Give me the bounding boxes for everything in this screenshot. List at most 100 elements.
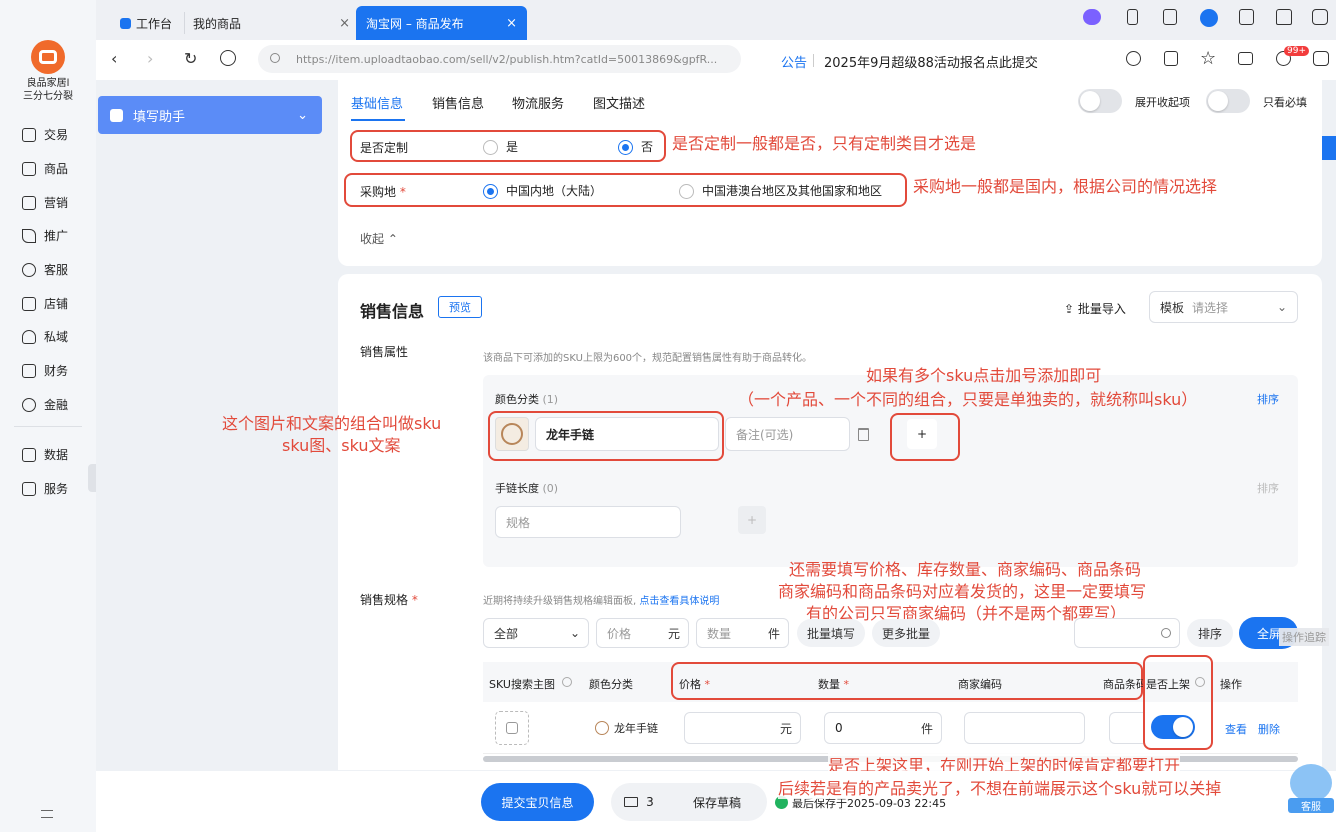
menu-icon[interactable] <box>41 810 53 818</box>
sort-link[interactable]: 排序 <box>1257 391 1279 407</box>
notice-label[interactable]: 公告 <box>781 52 807 71</box>
search-icon <box>1161 628 1171 638</box>
fullscreen-label: 全屏 <box>1257 626 1282 641</box>
add-sku-button[interactable]: + <box>907 419 937 449</box>
submit-button[interactable]: 提交宝贝信息 <box>481 783 594 821</box>
bookmark-icon[interactable] <box>1163 9 1177 25</box>
chat-icon[interactable] <box>1313 51 1329 66</box>
add-length-button[interactable]: + <box>738 506 766 534</box>
custom-yes-option[interactable]: 是 <box>483 138 518 155</box>
section-tab-basic[interactable]: 基础信息 <box>351 93 403 112</box>
trash-icon[interactable] <box>858 428 869 441</box>
nav-item-goods[interactable]: 商品 <box>22 160 68 177</box>
preview-button[interactable]: 预览 <box>438 296 482 318</box>
mobile-icon[interactable] <box>1127 9 1138 25</box>
profile-icon[interactable] <box>1200 9 1218 27</box>
service-label: 客服 <box>1288 798 1334 813</box>
view-link[interactable]: 查看 <box>1225 721 1247 737</box>
row-qty-input[interactable]: 0件 <box>824 712 942 744</box>
close-icon[interactable]: × <box>506 16 517 31</box>
nav-item-data[interactable]: 数据 <box>22 446 68 463</box>
nav-item-finance[interactable]: 财务 <box>22 362 68 379</box>
tab-label: 工作台 <box>136 16 173 31</box>
origin-other-option[interactable]: 中国港澳台地区及其他国家和地区 <box>679 182 882 199</box>
note-input[interactable]: 备注(可选) <box>725 417 850 451</box>
required-toggle[interactable] <box>1206 89 1250 113</box>
save-draft-button[interactable]: 保存草稿 <box>667 783 767 821</box>
nav-item-services[interactable]: 服务 <box>22 480 68 497</box>
assistant-icon[interactable] <box>1083 9 1101 25</box>
section-tab-logistics[interactable]: 物流服务 <box>512 93 564 112</box>
batch-qty-input[interactable]: 数量 件 <box>696 618 789 648</box>
tab-workbench[interactable]: 工作台 <box>120 6 172 40</box>
section-tab-description[interactable]: 图文描述 <box>593 93 645 112</box>
copy-icon[interactable] <box>1164 51 1178 66</box>
shirt-icon[interactable] <box>1276 9 1292 25</box>
origin-cn-option[interactable]: 中国内地（大陆） <box>483 182 602 199</box>
history-icon[interactable] <box>220 50 236 66</box>
timer-icon[interactable] <box>1126 51 1141 66</box>
header-color: 颜色分类 <box>589 678 633 691</box>
refresh-icon[interactable]: ↻ <box>184 49 197 68</box>
trace-tag[interactable]: 操作追踪 <box>1279 628 1329 646</box>
coin-icon <box>22 397 36 412</box>
nav-item-service[interactable]: 客服 <box>22 261 68 278</box>
row-price-input[interactable]: 元 <box>684 712 801 744</box>
notice-text[interactable]: 2025年9月超级88活动报名点此提交 <box>824 52 1038 71</box>
forward-icon[interactable]: › <box>147 49 153 68</box>
note-placeholder: 备注(可选) <box>736 427 794 442</box>
delete-link[interactable]: 删除 <box>1258 721 1280 737</box>
batch-price-input[interactable]: 价格 元 <box>596 618 689 648</box>
bracelet-icon <box>501 423 523 445</box>
service-bot[interactable]: 客服 <box>1288 764 1334 824</box>
edit-icon[interactable] <box>1239 9 1254 25</box>
expand-toggle[interactable] <box>1078 89 1122 113</box>
custom-no-option[interactable]: 否 <box>618 138 653 155</box>
option-label: 是 <box>506 140 519 154</box>
helper-panel[interactable]: 填写助手 ⌄ <box>98 96 322 134</box>
settings-icon[interactable] <box>1312 9 1328 25</box>
collapse-handle[interactable] <box>88 464 96 492</box>
annotation-shelf-2: 后续若是有的产品卖光了，不想在前端展示这个sku就可以关掉 <box>778 775 1222 799</box>
sku-thumbnail[interactable] <box>495 417 529 451</box>
shop-logo[interactable] <box>31 40 65 74</box>
row-merchant-code-input[interactable] <box>964 712 1085 744</box>
more-batch-button[interactable]: 更多批量 <box>872 619 940 647</box>
nav-item-marketing[interactable]: 营销 <box>22 194 68 211</box>
filter-select[interactable]: 全部 ⌄ <box>483 618 589 648</box>
spec-link[interactable]: 点击查看具体说明 <box>639 596 719 607</box>
close-icon[interactable]: × <box>339 16 350 31</box>
length-placeholder: 规格 <box>506 515 531 530</box>
template-select[interactable]: 模板 请选择 ⌄ <box>1149 291 1298 323</box>
section-tab-sales[interactable]: 销售信息 <box>432 93 484 112</box>
length-input[interactable]: 规格 <box>495 506 681 538</box>
batch-import-label: 批量导入 <box>1077 302 1126 316</box>
sort-button[interactable]: 排序 <box>1187 619 1233 647</box>
nav-item-trade[interactable]: 交易 <box>22 126 68 143</box>
nav-item-promotion[interactable]: 推广 <box>22 227 68 244</box>
color-value-input[interactable]: 龙年手链 <box>535 417 719 451</box>
star-icon[interactable]: ☆ <box>1200 48 1216 69</box>
tab-my-goods[interactable]: 我的商品 × <box>184 12 354 34</box>
nav-item-banking[interactable]: 金融 <box>22 396 68 413</box>
folder-icon[interactable] <box>1238 52 1253 65</box>
sku-image-upload[interactable] <box>495 711 529 745</box>
on-shelf-toggle[interactable] <box>1151 715 1195 739</box>
chevron-down-icon: ⌄ <box>1276 300 1287 314</box>
tab-publish[interactable]: 淘宝网 – 商品发布 × <box>356 6 527 40</box>
mail-button[interactable]: 3 <box>611 783 667 821</box>
color-label-text: 颜色分类 <box>495 393 539 406</box>
nav-label: 私域 <box>44 330 69 344</box>
url-field[interactable]: https://item.uploadtaobao.com/sell/v2/pu… <box>258 45 741 73</box>
annotation-origin: 采购地一般都是国内，根据公司的情况选择 <box>913 177 1218 196</box>
batch-fill-button[interactable]: 批量填写 <box>797 619 865 647</box>
nav-item-store[interactable]: 店铺 <box>22 295 68 312</box>
collapse-link[interactable]: 收起 ⌃ <box>360 230 398 247</box>
nav-item-private[interactable]: 私域 <box>22 328 68 345</box>
row-barcode-input[interactable] <box>1109 712 1143 744</box>
spec-search-input[interactable] <box>1074 618 1180 648</box>
back-icon[interactable]: ‹ <box>111 49 117 68</box>
shop-name-line2: 三分七分裂 <box>23 91 73 102</box>
batch-import-button[interactable]: ⇪ 批量导入 <box>1064 300 1126 317</box>
grid-icon <box>22 481 36 496</box>
